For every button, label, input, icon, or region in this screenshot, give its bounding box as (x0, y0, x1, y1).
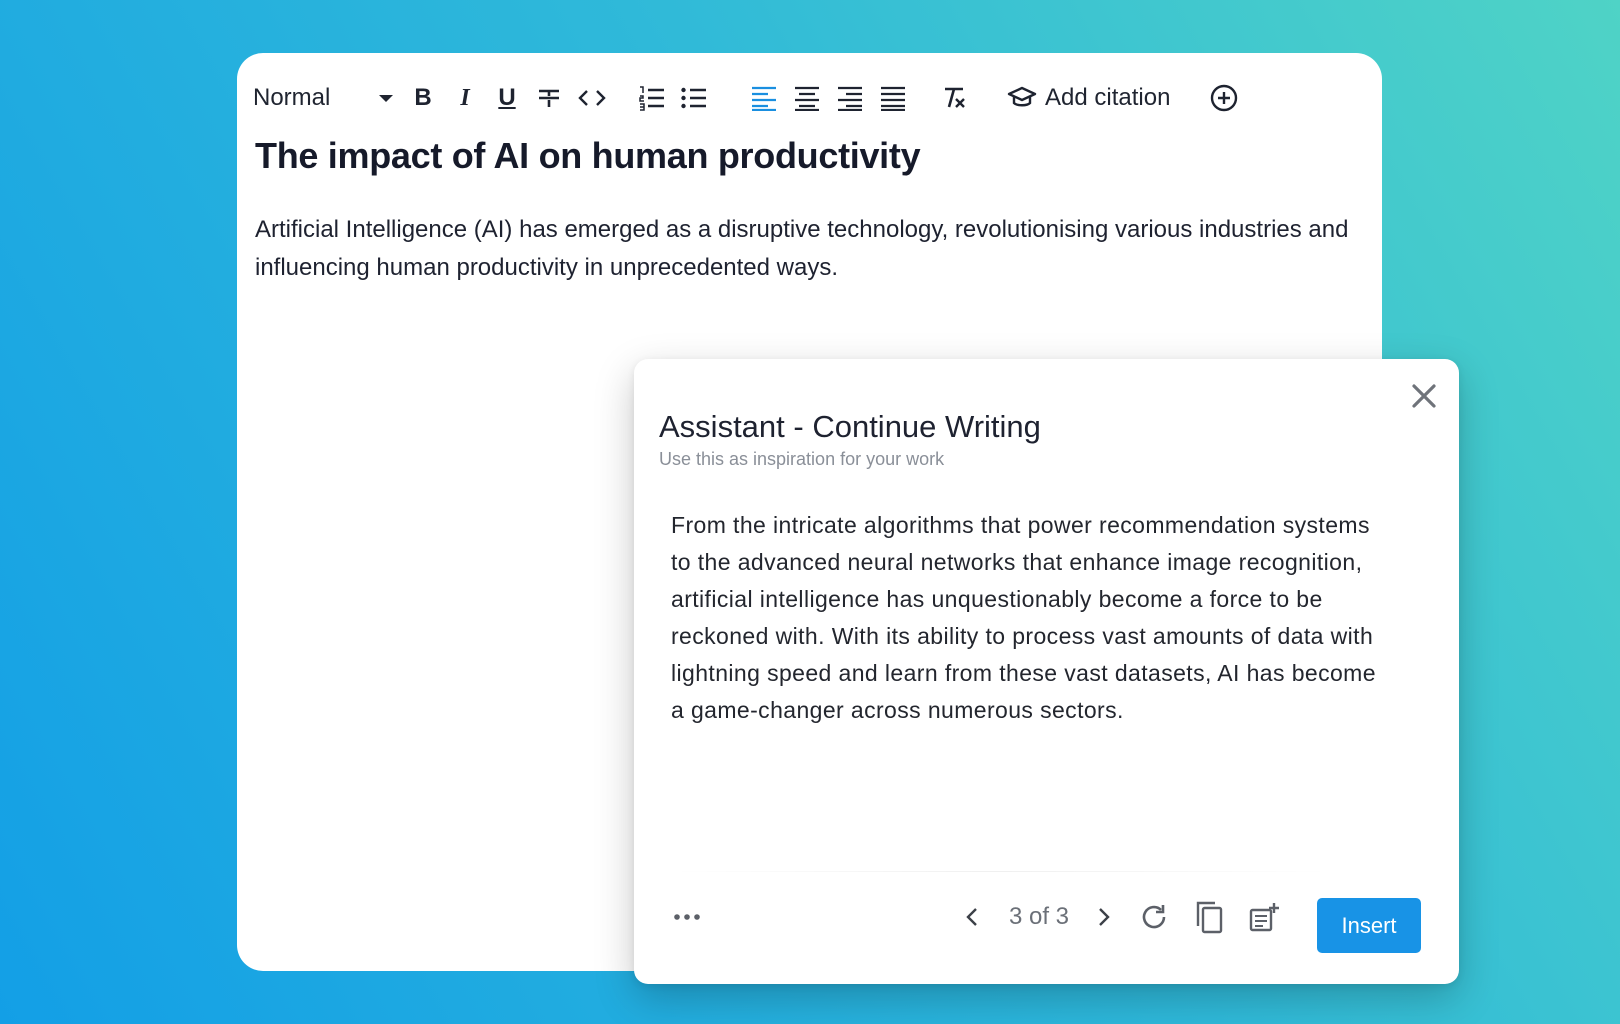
bullet-list-button[interactable] (678, 73, 710, 123)
regenerate-button[interactable] (1134, 889, 1174, 945)
bold-icon: B (414, 84, 432, 111)
add-citation-button[interactable]: Add citation (1007, 73, 1187, 123)
chevron-left-icon (966, 908, 977, 926)
ordered-list-button[interactable] (636, 73, 668, 123)
align-justify-button[interactable] (877, 73, 909, 123)
copy-icon (1196, 901, 1223, 934)
text-style-value: Normal (253, 84, 331, 111)
bullet-list-icon (681, 87, 706, 109)
align-left-icon (752, 86, 776, 111)
clear-format-button[interactable] (937, 73, 971, 123)
assistant-dialog: Assistant - Continue Writing Use this as… (634, 359, 1459, 984)
align-center-button[interactable] (791, 73, 823, 123)
align-right-button[interactable] (834, 73, 866, 123)
close-button[interactable] (1409, 381, 1439, 411)
code-icon (578, 90, 606, 106)
underline-icon: U (498, 84, 516, 111)
text-style-select[interactable]: Normal (253, 73, 393, 123)
strikethrough-button[interactable] (533, 73, 565, 123)
add-citation-label: Add citation (1045, 84, 1171, 111)
add-to-note-button[interactable] (1244, 889, 1284, 945)
more-options-button[interactable] (672, 889, 702, 945)
editor-card: Normal B I U Add citation The impact of … (237, 53, 1459, 984)
align-left-button[interactable] (748, 73, 780, 123)
bold-button[interactable]: B (408, 73, 438, 123)
code-button[interactable] (576, 73, 608, 123)
suggestion-text: From the intricate algorithms that power… (671, 512, 1376, 723)
refresh-icon (1142, 905, 1166, 929)
assistant-title: Assistant - Continue Writing (659, 409, 1041, 444)
copy-button[interactable] (1189, 889, 1229, 945)
graduation-cap-icon (1007, 86, 1037, 107)
underline-button[interactable]: U (492, 73, 522, 123)
suggestion-pagination: 3 of 3 (1008, 903, 1070, 930)
add-note-icon (1249, 903, 1279, 932)
scroll-fade-divider (671, 871, 1331, 872)
chevron-down-icon (379, 95, 393, 102)
next-suggestion-button[interactable] (1089, 889, 1119, 945)
strikethrough-icon (539, 89, 559, 107)
document-title[interactable]: The impact of AI on human productivity (255, 135, 921, 177)
insert-button[interactable]: Insert (1317, 898, 1421, 953)
plus-circle-icon (1210, 84, 1238, 112)
assistant-subtitle: Use this as inspiration for your work (659, 449, 945, 469)
align-center-icon (795, 86, 819, 111)
clear-format-icon (945, 87, 965, 108)
align-right-icon (838, 86, 862, 111)
ordered-list-icon (639, 86, 664, 111)
more-icon (674, 914, 700, 920)
italic-icon: I (460, 84, 470, 111)
align-justify-icon (881, 86, 905, 111)
chevron-right-icon (1099, 908, 1110, 926)
document-paragraph[interactable]: Artificial Intelligence (AI) has emerged… (255, 211, 1365, 287)
editor-toolbar: Normal B I U Add citation (253, 73, 1362, 123)
previous-suggestion-button[interactable] (957, 889, 987, 945)
insert-block-button[interactable] (1207, 73, 1241, 123)
italic-button[interactable]: I (450, 73, 480, 123)
close-icon (1412, 384, 1436, 408)
